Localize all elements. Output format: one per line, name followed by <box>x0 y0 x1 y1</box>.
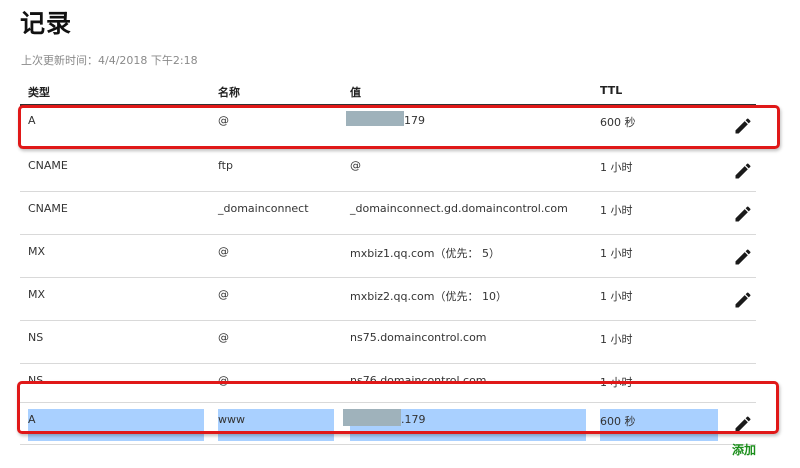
record-name: @ <box>218 288 229 301</box>
record-name: @ <box>218 245 229 258</box>
table-row: MX @ mxbiz1.qq.com（优先： 5） 1 小时 <box>20 235 756 278</box>
record-ttl: 1 小时 <box>600 204 633 217</box>
header-value: 值 <box>350 86 361 99</box>
annotation-highlight-box <box>17 381 779 434</box>
header-type: 类型 <box>28 86 50 99</box>
table-row: CNAME _domainconnect _domainconnect.gd.d… <box>20 192 756 235</box>
annotation-highlight-box <box>18 105 780 149</box>
record-name: _domainconnect <box>218 202 309 215</box>
header-ttl: TTL <box>600 84 623 97</box>
record-ttl: 1 小时 <box>600 290 633 303</box>
record-ttl: 1 小时 <box>600 333 633 346</box>
record-type: CNAME <box>28 159 68 172</box>
record-value: @ <box>350 159 361 172</box>
pencil-icon[interactable] <box>731 159 755 183</box>
add-record-link[interactable]: 添加 <box>732 441 756 458</box>
table-header: 类型 名称 值 TTL <box>20 74 756 106</box>
pencil-icon[interactable] <box>731 202 755 226</box>
record-type: MX <box>28 288 46 301</box>
table-row: CNAME ftp @ 1 小时 <box>20 149 756 192</box>
record-name: ftp <box>218 159 233 172</box>
record-type: CNAME <box>28 202 68 215</box>
last-updated-text: 上次更新时间：4/4/2018 下午2:18 <box>21 54 198 67</box>
header-name: 名称 <box>218 86 240 99</box>
record-ttl: 1 小时 <box>600 161 633 174</box>
record-ttl: 1 小时 <box>600 247 633 260</box>
record-type: NS <box>28 331 44 344</box>
pencil-icon[interactable] <box>731 288 755 312</box>
record-value: mxbiz1.qq.com（优先： 5） <box>350 247 500 260</box>
record-name: @ <box>218 331 229 344</box>
record-value: _domainconnect.gd.domaincontrol.com <box>350 202 568 215</box>
record-value: ns75.domaincontrol.com <box>350 331 487 344</box>
page-title: 记录 <box>20 9 73 38</box>
record-value: mxbiz2.qq.com（优先： 10） <box>350 290 507 303</box>
table-row: NS @ ns75.domaincontrol.com 1 小时 <box>20 321 756 364</box>
table-row: MX @ mxbiz2.qq.com（优先： 10） 1 小时 <box>20 278 756 321</box>
pencil-icon[interactable] <box>731 245 755 269</box>
record-type: MX <box>28 245 46 258</box>
